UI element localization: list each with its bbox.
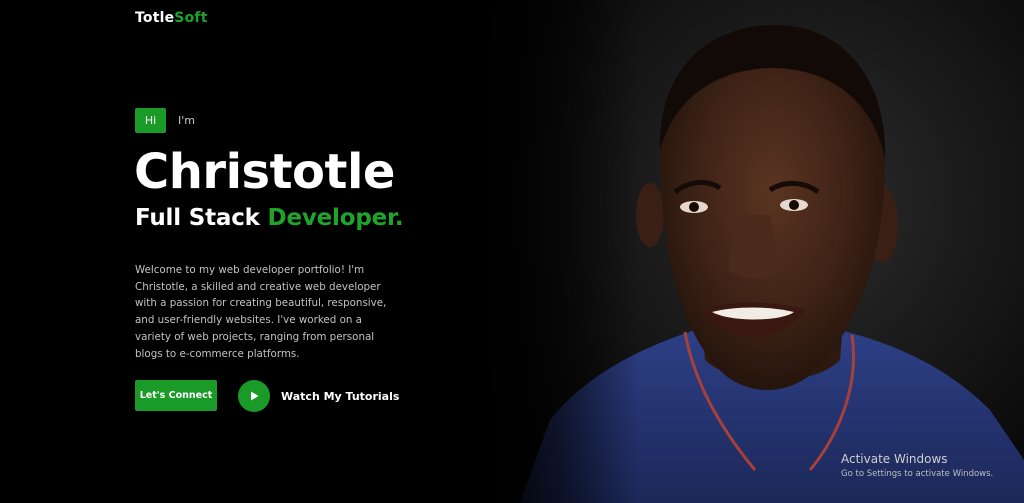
- watch-tutorials-link[interactable]: Watch My Tutorials: [238, 380, 399, 412]
- role-highlight: Developer.: [267, 205, 404, 231]
- lets-connect-button[interactable]: Let's Connect: [135, 380, 217, 411]
- logo-text-primary: Totle: [135, 10, 175, 26]
- tutorials-label: Watch My Tutorials: [281, 389, 400, 403]
- play-icon: [251, 391, 259, 401]
- hero-intro: Welcome to my web developer portfolio! I…: [135, 264, 387, 360]
- watermark-subtitle: Go to Settings to activate Windows.: [841, 469, 994, 479]
- greeting-badge: Hi: [135, 108, 166, 133]
- greeting-text: I'm: [178, 114, 195, 127]
- role-text: Full Stack: [135, 205, 260, 231]
- hero-role: Full Stack Developer.: [135, 205, 404, 231]
- site-logo[interactable]: TotleSoft: [135, 10, 208, 26]
- hero-section: TotleSoft Hi I'm Christotle Full Stack D…: [0, 0, 1024, 503]
- play-button[interactable]: [238, 380, 270, 412]
- logo-text-accent: Soft: [174, 10, 208, 26]
- watermark-title: Activate Windows: [841, 452, 948, 466]
- hero-name: Christotle: [134, 144, 395, 200]
- photo-fade: [480, 0, 640, 503]
- windows-activation-watermark: Activate Windows Go to Settings to activ…: [841, 452, 993, 479]
